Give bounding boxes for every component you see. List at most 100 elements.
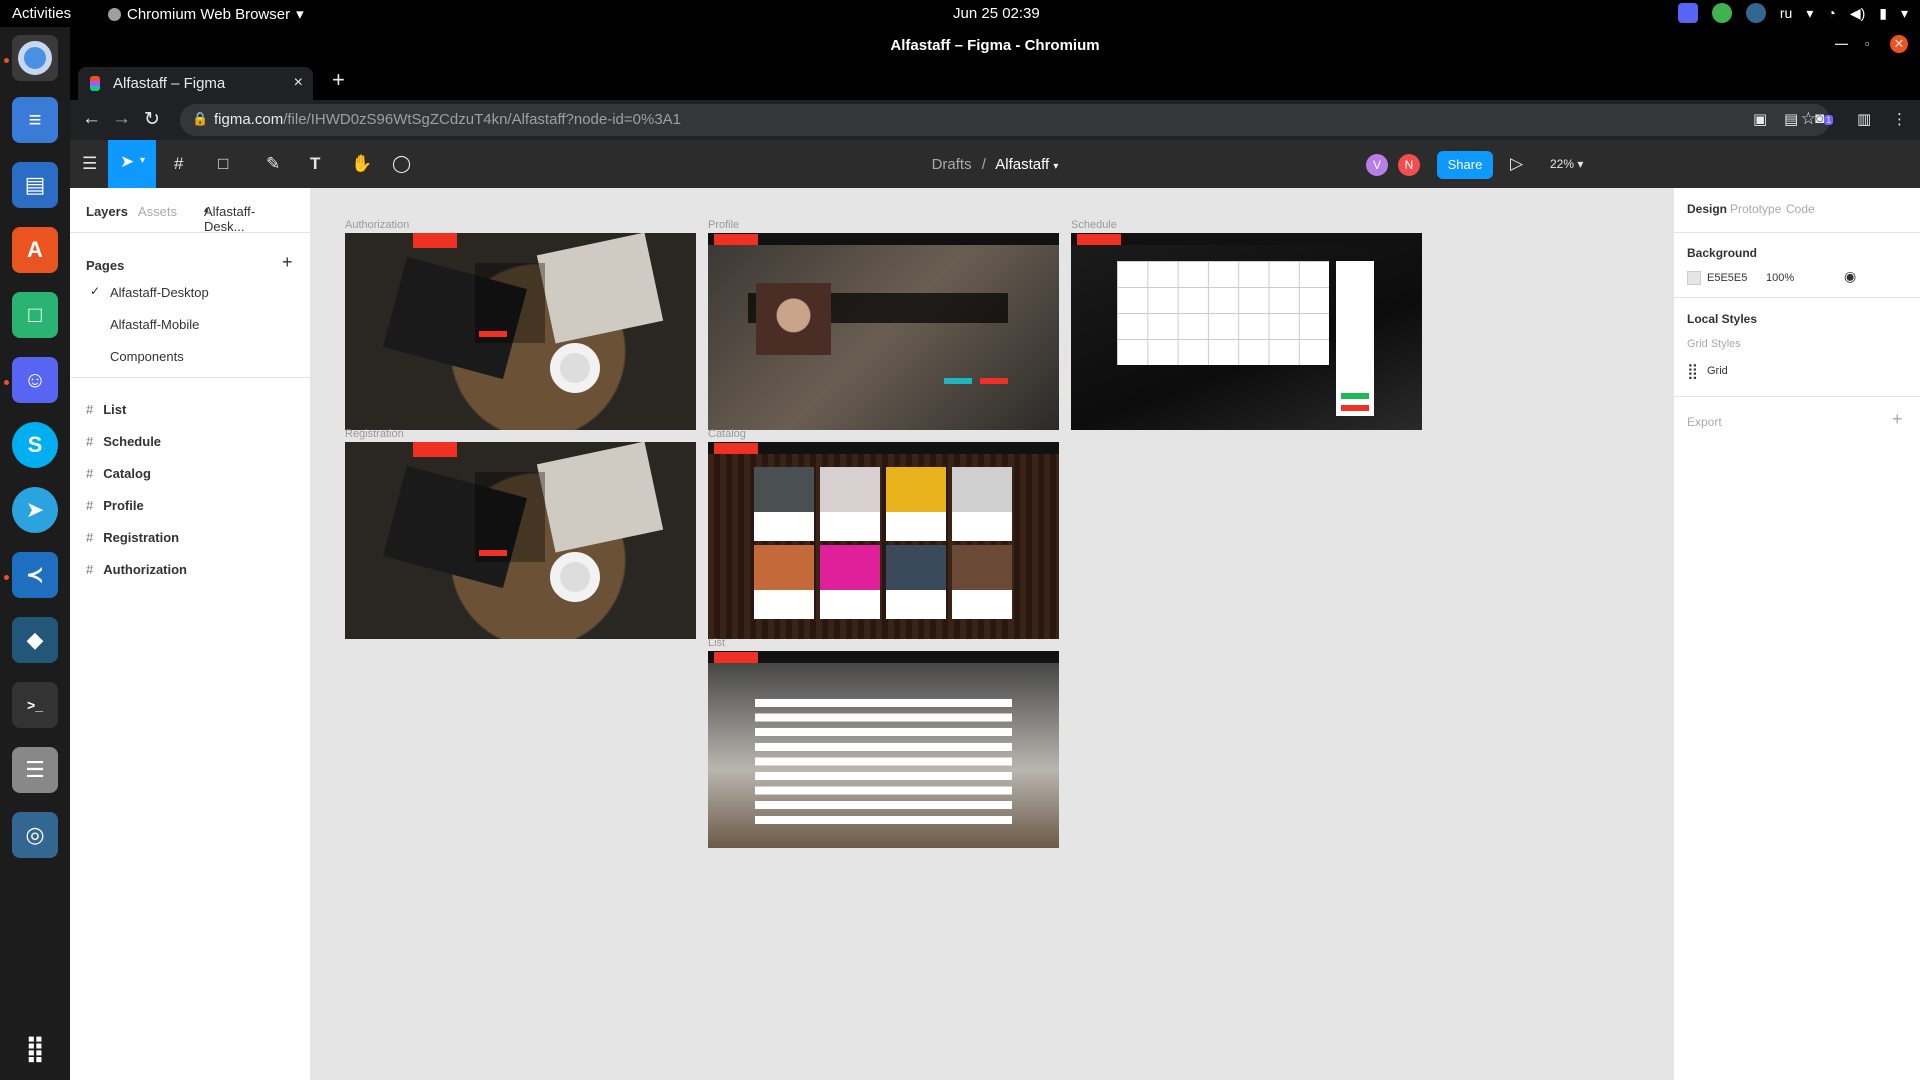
layer-item[interactable]: # Catalog xyxy=(86,466,151,481)
browser-menu-icon[interactable]: ⋮ xyxy=(1892,110,1907,128)
frame-catalog[interactable] xyxy=(708,442,1059,639)
book-image xyxy=(536,233,664,344)
eye-icon[interactable]: ◉ xyxy=(1844,268,1856,285)
url-host: figma.com xyxy=(214,111,284,128)
image-viewer-icon[interactable]: ▤ xyxy=(12,162,58,208)
brand-logo xyxy=(714,652,758,663)
pgadmin-icon[interactable]: ◎ xyxy=(12,812,58,858)
postgres-tray-icon[interactable] xyxy=(1745,3,1766,23)
activities-button[interactable]: Activities xyxy=(12,5,71,22)
layer-item[interactable]: # Authorization xyxy=(86,562,187,577)
page-item[interactable]: Alfastaff-Desktop xyxy=(110,285,209,300)
database-icon[interactable]: ☰ xyxy=(12,747,58,793)
layer-label: Catalog xyxy=(103,466,151,481)
forward-icon[interactable]: → xyxy=(112,108,131,130)
brand-logo xyxy=(1077,234,1121,245)
avatar[interactable]: N xyxy=(1398,154,1420,176)
back-icon[interactable]: ← xyxy=(82,108,101,130)
volume-icon[interactable]: ◀) xyxy=(1850,5,1865,22)
grid-icon: ⣿ xyxy=(1687,363,1698,380)
language-indicator[interactable]: ru xyxy=(1780,5,1792,21)
page-select-label: Alfastaff-Desk... xyxy=(204,204,256,234)
schedule-button xyxy=(1341,393,1369,399)
generic-app-icon[interactable]: □ xyxy=(12,292,58,338)
book-image xyxy=(536,442,664,553)
breadcrumb-drafts[interactable]: Drafts xyxy=(932,156,972,173)
check-tray-icon[interactable] xyxy=(1711,3,1732,23)
avatar[interactable]: V xyxy=(1366,154,1388,176)
software-center-icon[interactable]: A xyxy=(12,227,58,273)
running-indicator xyxy=(4,380,9,385)
frame-schedule[interactable] xyxy=(1071,233,1422,430)
browser-tab[interactable]: Alfastaff – Figma × xyxy=(78,67,313,100)
wifi-icon[interactable]: ◔ xyxy=(1827,5,1835,21)
close-tab-icon[interactable]: × xyxy=(294,74,303,92)
brand-logo xyxy=(714,234,758,245)
tab-assets[interactable]: Assets xyxy=(138,204,177,219)
terminal-icon[interactable]: >_ xyxy=(12,682,58,728)
brand-logo xyxy=(714,443,758,454)
bookmark-star-icon[interactable]: ☆ xyxy=(1801,109,1816,129)
maximize-icon[interactable]: ▫ xyxy=(1865,36,1870,51)
add-export-icon[interactable]: + xyxy=(1892,409,1903,430)
tab-design[interactable]: Design xyxy=(1687,202,1727,216)
clock[interactable]: Jun 25 02:39 xyxy=(953,5,1040,22)
frame-label-schedule[interactable]: Schedule xyxy=(1071,219,1117,231)
login-button xyxy=(479,331,507,337)
reload-icon[interactable]: ↻ xyxy=(144,108,160,131)
mysql-workbench-icon[interactable]: ◆ xyxy=(12,617,58,663)
tab-code[interactable]: Code xyxy=(1786,202,1815,216)
zoom-value: 22% xyxy=(1550,157,1575,171)
layer-item[interactable]: # Schedule xyxy=(86,434,161,449)
show-apps-icon[interactable]: ⣿ xyxy=(12,1025,58,1071)
extension-icon[interactable]: ▤ xyxy=(1784,110,1798,128)
battery-icon[interactable]: ▮ xyxy=(1879,5,1887,22)
frame-label-registration[interactable]: Registration xyxy=(345,428,404,440)
bg-opacity-input[interactable]: 100% xyxy=(1766,272,1794,284)
layer-item[interactable]: # List xyxy=(86,402,126,417)
app-menu[interactable]: Chromium Web Browser ▾ xyxy=(108,5,304,23)
design-canvas[interactable]: Authorization Profile Schedule Registrat… xyxy=(311,188,1673,1080)
local-styles-title: Local Styles xyxy=(1687,312,1758,326)
page-item[interactable]: Alfastaff-Mobile xyxy=(110,317,199,332)
close-window-icon[interactable]: ✕ xyxy=(1890,35,1908,53)
zoom-level[interactable]: 22% ▾ xyxy=(1550,157,1583,171)
grid-style-item[interactable]: Grid xyxy=(1707,365,1728,377)
discord-tray-icon[interactable] xyxy=(1677,3,1698,23)
frame-label-profile[interactable]: Profile xyxy=(708,219,739,231)
tab-prototype[interactable]: Prototype xyxy=(1730,202,1781,216)
url-text: figma.com/file/IHWD0zS96WtSgZCdzuT4kn/Al… xyxy=(214,111,681,128)
frame-label-list[interactable]: List xyxy=(708,637,725,649)
present-icon[interactable]: ▷ xyxy=(1510,154,1523,174)
telegram-icon[interactable]: ➤ xyxy=(12,487,58,533)
layer-item[interactable]: # Registration xyxy=(86,530,179,545)
frame-label-catalog[interactable]: Catalog xyxy=(708,428,746,440)
bg-hex-input[interactable]: E5E5E5 xyxy=(1707,272,1747,284)
frame-registration[interactable] xyxy=(345,442,696,639)
share-button[interactable]: Share xyxy=(1437,151,1493,179)
vscode-icon[interactable]: ≺ xyxy=(12,552,58,598)
extension-icon[interactable]: ▥ xyxy=(1857,110,1871,128)
frame-label-authorization[interactable]: Authorization xyxy=(345,219,409,231)
chromium-dock-icon[interactable] xyxy=(12,35,58,81)
minimize-icon[interactable]: — xyxy=(1835,36,1848,51)
extension-icon[interactable]: ◙ 1 xyxy=(1815,110,1834,127)
file-name[interactable]: Alfastaff xyxy=(995,156,1049,173)
tab-layers[interactable]: Layers xyxy=(86,204,128,219)
page-item[interactable]: Components xyxy=(110,349,184,364)
frame-authorization[interactable] xyxy=(345,233,696,430)
frame-profile[interactable] xyxy=(708,233,1059,430)
address-bar[interactable]: 🔒 figma.com/file/IHWD0zS96WtSgZCdzuT4kn/… xyxy=(180,104,1830,136)
bg-color-swatch[interactable] xyxy=(1687,271,1701,285)
discord-icon[interactable]: ☺ xyxy=(12,357,58,403)
add-page-icon[interactable]: + xyxy=(282,252,293,273)
product-card xyxy=(886,545,946,619)
skype-icon[interactable]: S xyxy=(12,422,58,468)
extension-icon[interactable]: ▣ xyxy=(1753,110,1767,128)
frame-list[interactable] xyxy=(708,651,1059,848)
chevron-down-icon[interactable]: ▾ xyxy=(1053,161,1058,172)
new-tab-icon[interactable]: + xyxy=(332,67,345,93)
layer-item[interactable]: # Profile xyxy=(86,498,144,513)
lock-icon[interactable]: 🔒 xyxy=(192,111,208,127)
files-icon[interactable]: ≡ xyxy=(12,97,58,143)
